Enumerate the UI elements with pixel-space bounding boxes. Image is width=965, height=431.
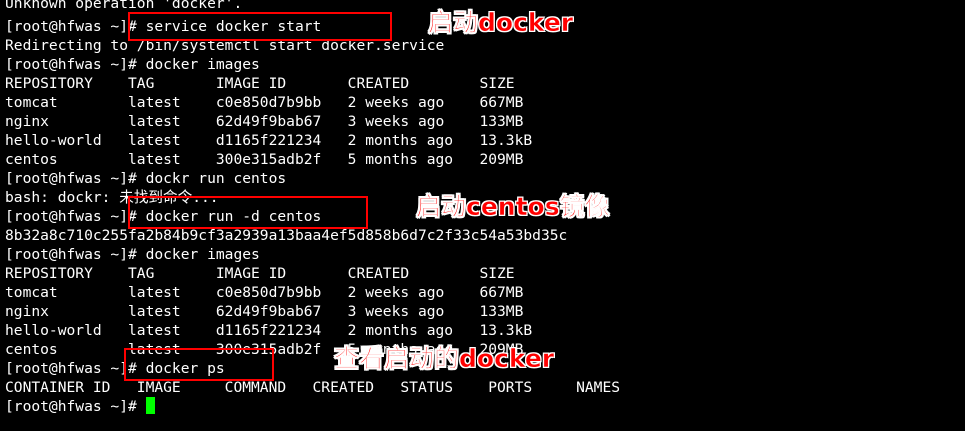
annotation-start-docker: 启动docker <box>428 8 574 38</box>
terminal-line: tomcat latest c0e850d7b9bb 2 weeks ago 6… <box>5 94 524 111</box>
annotation-view-docker: 查看启动的docker <box>334 344 555 374</box>
terminal-line: [root@hfwas ~]# docker images <box>5 246 260 263</box>
terminal-line: nginx latest 62d49f9bab67 3 weeks ago 13… <box>5 113 524 130</box>
annotation-start-centos: 启动centos镜像 <box>416 192 610 222</box>
terminal-line: REPOSITORY TAG IMAGE ID CREATED SIZE <box>5 265 515 282</box>
terminal-line: [root@hfwas ~]# dockr run centos <box>5 170 287 187</box>
highlight-box-docker-ps <box>124 348 274 381</box>
terminal-prompt-line[interactable]: [root@hfwas ~]# <box>5 397 155 416</box>
terminal-prompt: [root@hfwas ~]# <box>5 398 146 415</box>
terminal-line: centos latest 300e315adb2f 5 months ago … <box>5 151 524 168</box>
terminal-line: hello-world latest d1165f221234 2 months… <box>5 132 533 149</box>
terminal-line: hello-world latest d1165f221234 2 months… <box>5 322 533 339</box>
terminal-cursor <box>145 397 155 414</box>
highlight-box-service-docker-start <box>128 12 392 41</box>
terminal-line: CONTAINER ID IMAGE COMMAND CREATED STATU… <box>5 379 621 396</box>
terminal-line: nginx latest 62d49f9bab67 3 weeks ago 13… <box>5 303 524 320</box>
terminal-line: REPOSITORY TAG IMAGE ID CREATED SIZE <box>5 75 515 92</box>
highlight-box-docker-run <box>128 196 368 229</box>
terminal-line: [root@hfwas ~]# docker images <box>5 56 260 73</box>
terminal-line: tomcat latest c0e850d7b9bb 2 weeks ago 6… <box>5 284 524 301</box>
terminal-window[interactable]: Unknown operation 'docker'. [root@hfwas … <box>0 0 965 431</box>
